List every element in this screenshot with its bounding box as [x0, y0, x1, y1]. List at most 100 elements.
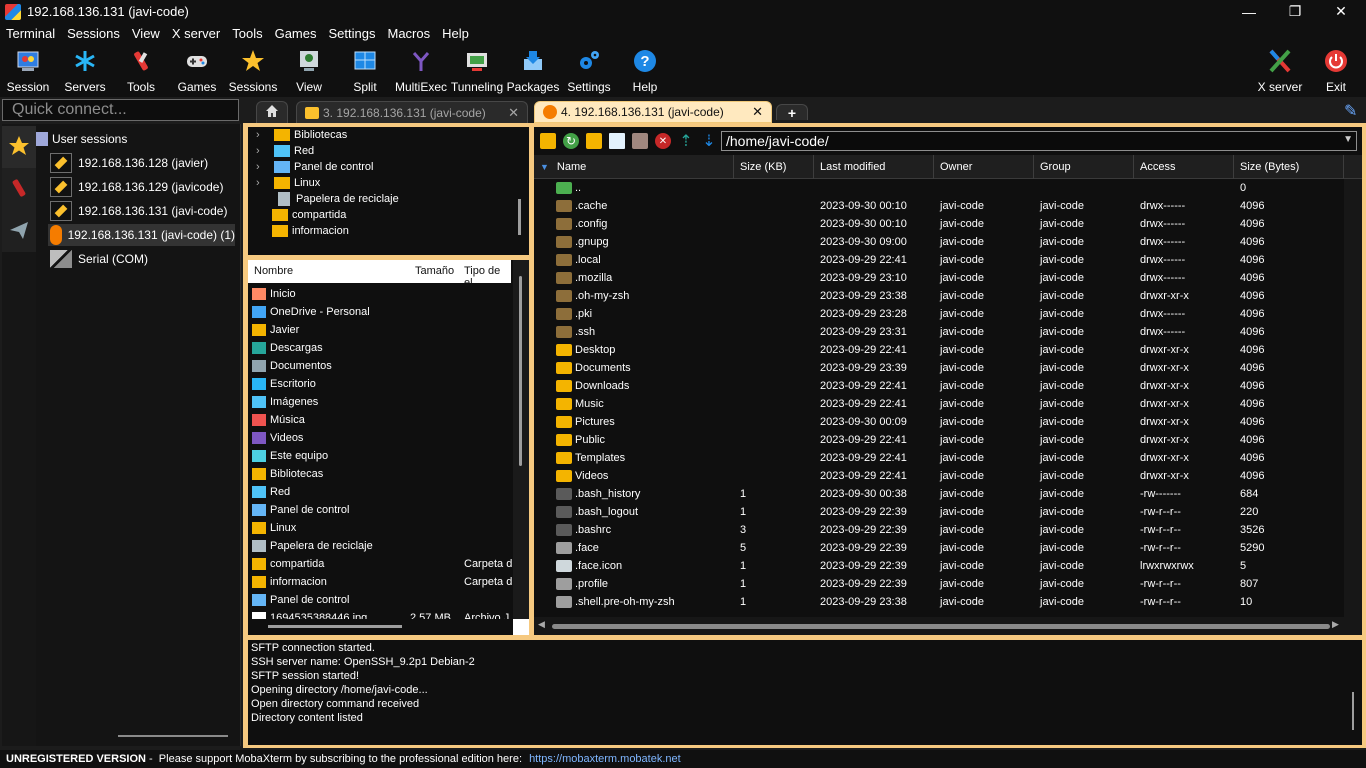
remote-file-row[interactable]: Documents 2023-09-29 23:39 javi-code javi-c… — [534, 359, 1344, 377]
chevron-right-icon[interactable]: › — [248, 161, 270, 173]
upload-icon[interactable]: ⇡ — [678, 133, 694, 150]
exit-button[interactable]: Exit — [1308, 46, 1364, 94]
remote-file-row[interactable]: .cache 2023-09-30 00:10 javi-code javi-code… — [534, 197, 1344, 215]
delete-icon[interactable]: ✕ — [655, 133, 671, 149]
local-file-row[interactable]: informacion Carpeta d — [252, 573, 512, 591]
column-group[interactable]: Group — [1034, 155, 1134, 179]
sftp-side-tab[interactable] — [2, 210, 36, 252]
close-tab-icon[interactable]: ✕ — [508, 105, 519, 121]
tree-item[interactable]: compartida — [272, 207, 346, 223]
tools-side-tab[interactable] — [2, 168, 36, 210]
folder-brown-icon[interactable] — [632, 133, 648, 149]
local-file-row[interactable]: Este equipo — [252, 447, 328, 465]
sessions-side-tab[interactable] — [2, 126, 36, 168]
local-file-row[interactable]: Imágenes — [252, 393, 318, 411]
tree-item[interactable]: › Panel de control — [248, 159, 374, 175]
column-size-kb[interactable]: Size (KB) — [734, 155, 814, 179]
session-item[interactable]: 192.168.136.129 (javicode) — [50, 176, 223, 198]
new-file-icon[interactable] — [609, 133, 625, 149]
menu-help[interactable]: Help — [436, 26, 475, 41]
tree-item[interactable]: › Red — [248, 143, 314, 159]
tree-item[interactable]: › Bibliotecas — [248, 127, 347, 143]
tools-button[interactable]: Tools — [113, 46, 169, 94]
remote-file-row[interactable]: Videos 2023-09-29 22:41 javi-code javi-code… — [534, 467, 1344, 485]
chevron-down-icon[interactable]: ▼ — [1343, 134, 1353, 145]
chevron-right-icon[interactable]: › — [248, 177, 270, 189]
local-file-row[interactable]: Bibliotecas — [252, 465, 323, 483]
remote-file-row[interactable]: .. 0 — [534, 179, 1344, 197]
menu-sessions[interactable]: Sessions — [61, 26, 126, 41]
sessions-button[interactable]: Sessions — [225, 46, 281, 94]
column-last-modified[interactable]: Last modified — [814, 155, 934, 179]
remote-file-row[interactable]: .gnupg 2023-09-30 09:00 javi-code javi-code… — [534, 233, 1344, 251]
scroll-right-icon[interactable]: ▶ — [1332, 619, 1339, 630]
download-icon[interactable]: ⇣ — [701, 133, 717, 150]
chevron-right-icon[interactable]: › — [248, 145, 270, 157]
tab-session-4[interactable]: 4. 192.168.136.131 (javi-code) ✕ — [534, 101, 772, 123]
remote-file-row[interactable]: Downloads 2023-09-29 22:41 javi-code javi-c… — [534, 377, 1344, 395]
remote-vertical-scrollbar[interactable] — [1344, 179, 1362, 635]
menu-games[interactable]: Games — [269, 26, 323, 41]
local-file-row[interactable]: Documentos — [252, 357, 332, 375]
remote-file-row[interactable]: .bash_history 1 2023-09-30 00:38 javi-code j… — [534, 485, 1344, 503]
column-tipo[interactable]: Tipo de el — [464, 265, 511, 289]
tree-scrollbar[interactable] — [518, 199, 521, 235]
chevron-right-icon[interactable]: › — [248, 129, 270, 141]
view-button[interactable]: View — [281, 46, 337, 94]
session-item[interactable]: 192.168.136.128 (javier) — [50, 152, 208, 174]
tree-item[interactable]: informacion — [272, 223, 349, 239]
remote-file-row[interactable]: .bashrc 3 2023-09-29 22:39 javi-code javi-co… — [534, 521, 1344, 539]
scroll-left-icon[interactable]: ◀ — [538, 619, 545, 630]
local-file-row[interactable]: Linux — [252, 519, 296, 537]
remote-file-row[interactable]: .face 5 2023-09-29 22:39 javi-code javi-code… — [534, 539, 1344, 557]
menu-xserver[interactable]: X server — [166, 26, 226, 41]
remote-file-row[interactable]: .config 2023-09-30 00:10 javi-code javi-cod… — [534, 215, 1344, 233]
local-file-row[interactable]: Descargas — [252, 339, 323, 357]
remote-file-row[interactable]: Desktop 2023-09-29 22:41 javi-code javi-cod… — [534, 341, 1344, 359]
column-owner[interactable]: Owner — [934, 155, 1034, 179]
local-file-row[interactable]: Javier — [252, 321, 299, 339]
session-item[interactable]: Serial (COM) — [50, 248, 148, 270]
local-file-row[interactable]: compartida Carpeta d — [252, 555, 512, 573]
remote-horizontal-scrollbar[interactable]: ◀ ▶ — [534, 617, 1344, 635]
games-button[interactable]: Games — [169, 46, 225, 94]
xserver-button[interactable]: X server — [1252, 46, 1308, 94]
home-tab[interactable] — [256, 101, 288, 123]
local-file-row[interactable]: OneDrive - Personal — [252, 303, 370, 321]
remote-file-row[interactable]: .ssh 2023-09-29 23:31 javi-code javi-code dr… — [534, 323, 1344, 341]
remote-file-row[interactable]: .profile 1 2023-09-29 22:39 javi-code javi-c… — [534, 575, 1344, 593]
remote-file-row[interactable]: .oh-my-zsh 2023-09-29 23:38 javi-code javi-… — [534, 287, 1344, 305]
new-tab-button[interactable]: + — [776, 104, 808, 121]
remote-file-row[interactable]: .local 2023-09-29 22:41 javi-code javi-code… — [534, 251, 1344, 269]
remote-file-row[interactable]: Templates 2023-09-29 22:41 javi-code javi-c… — [534, 449, 1344, 467]
remote-file-row[interactable]: .shell.pre-oh-my-zsh 1 2023-09-29 23:38 jav… — [534, 593, 1344, 611]
remote-file-row[interactable]: Music 2023-09-29 22:41 javi-code javi-code d… — [534, 395, 1344, 413]
local-scroll-thumb[interactable] — [519, 276, 522, 466]
remote-file-row[interactable]: .bash_logout 1 2023-09-29 22:39 javi-code ja… — [534, 503, 1344, 521]
session-item-selected[interactable]: 192.168.136.131 (javi-code) (1) — [48, 224, 235, 246]
parent-folder-icon[interactable] — [540, 133, 556, 149]
remote-file-row[interactable]: .face.icon 1 2023-09-29 22:39 javi-code javi… — [534, 557, 1344, 575]
mobaxterm-link[interactable]: https://mobaxterm.mobatek.net — [529, 753, 681, 765]
close-window-button[interactable]: ✕ — [1318, 0, 1364, 23]
local-file-row[interactable]: Papelera de reciclaje — [252, 537, 373, 555]
attach-icon[interactable]: ✎ — [1344, 101, 1357, 121]
packages-button[interactable]: Packages — [505, 46, 561, 94]
tunneling-button[interactable]: Tunneling — [449, 46, 505, 94]
local-file-row[interactable]: Música — [252, 411, 305, 429]
local-file-row[interactable]: Panel de control — [252, 591, 350, 609]
remote-file-row[interactable]: Public 2023-09-29 22:41 javi-code javi-code… — [534, 431, 1344, 449]
column-name[interactable]: ▼ Name — [534, 155, 734, 179]
menu-macros[interactable]: Macros — [381, 26, 436, 41]
quick-connect-input[interactable]: Quick connect... — [2, 99, 239, 121]
tree-item[interactable]: › Linux — [248, 175, 320, 191]
remote-file-row[interactable]: Pictures 2023-09-30 00:09 javi-code javi-co… — [534, 413, 1344, 431]
user-sessions-root[interactable]: User sessions — [36, 128, 127, 150]
session-button[interactable]: Session — [0, 46, 56, 94]
minimize-button[interactable]: — — [1226, 0, 1272, 23]
remote-path-input[interactable]: /home/javi-code/ ▼ — [721, 131, 1357, 151]
local-file-row[interactable]: Red — [252, 483, 290, 501]
local-file-row[interactable]: Videos — [252, 429, 303, 447]
column-size-bytes[interactable]: Size (Bytes) — [1234, 155, 1344, 179]
remote-file-row[interactable]: .mozilla 2023-09-29 23:10 javi-code javi-co… — [534, 269, 1344, 287]
